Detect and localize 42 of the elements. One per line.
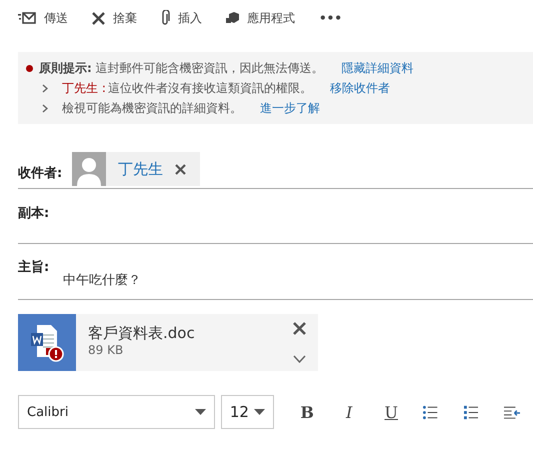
envelope-icon	[18, 12, 36, 24]
detail-text: 這位收件者沒有接收這類資訊的權限。	[108, 80, 312, 96]
cube-icon	[226, 12, 239, 24]
avatar-icon	[72, 152, 106, 186]
numbered-list-icon[interactable]	[464, 404, 478, 420]
attach-button[interactable]: 插入	[161, 10, 210, 26]
font-size-dropdown[interactable]: 12	[220, 395, 274, 429]
more-button[interactable]: •••	[319, 11, 350, 25]
recipient-name: 丁先生 :	[62, 80, 106, 96]
detail-text: 檢視可能為機密資訊的詳細資料。	[62, 100, 242, 116]
detail-link[interactable]: 進一步了解	[260, 100, 320, 116]
recipient-chip[interactable]: 丁先生	[72, 152, 200, 186]
attachment-name: 客戶資料表.doc	[88, 324, 196, 343]
bold-button[interactable]: B	[288, 402, 326, 422]
discard-button[interactable]: 捨棄	[92, 10, 145, 26]
font-dropdown[interactable]: Calibri	[18, 395, 215, 429]
outdent-icon[interactable]	[504, 406, 520, 418]
chevron-right-icon[interactable]	[42, 104, 48, 112]
subject-label: 主旨:	[18, 258, 50, 276]
close-icon	[92, 12, 105, 24]
detail-link[interactable]: 移除收件者	[330, 80, 390, 96]
attachment-card[interactable]: 客戶資料表.doc 89 KB	[18, 314, 318, 371]
subject-field[interactable]: 中午吃什麼？	[63, 271, 142, 289]
alert-dot-icon	[26, 64, 33, 72]
italic-button[interactable]: I	[330, 402, 368, 422]
word-document-icon	[29, 322, 65, 362]
to-label: 收件者:	[18, 165, 62, 182]
cc-label: 副本:	[18, 205, 50, 222]
apps-button[interactable]: 應用程式	[226, 10, 303, 26]
bullet-list-icon[interactable]	[423, 404, 438, 420]
chevron-right-icon[interactable]	[42, 84, 48, 92]
hide-details-link[interactable]: 隱藏詳細資料	[342, 60, 414, 76]
policy-tip-message: 原則提示: 這封郵件可能含機密資訊，因此無法傳送。	[39, 60, 324, 76]
send-button[interactable]: 傳送	[18, 10, 76, 26]
underline-button[interactable]: U	[372, 402, 410, 422]
chevron-down-icon[interactable]	[293, 355, 306, 363]
remove-icon[interactable]	[175, 164, 186, 174]
paperclip-icon	[161, 10, 170, 26]
remove-icon[interactable]	[293, 322, 306, 335]
attachment-size: 89 KB	[88, 343, 124, 357]
caret-icon	[194, 409, 206, 415]
caret-icon	[254, 409, 266, 415]
